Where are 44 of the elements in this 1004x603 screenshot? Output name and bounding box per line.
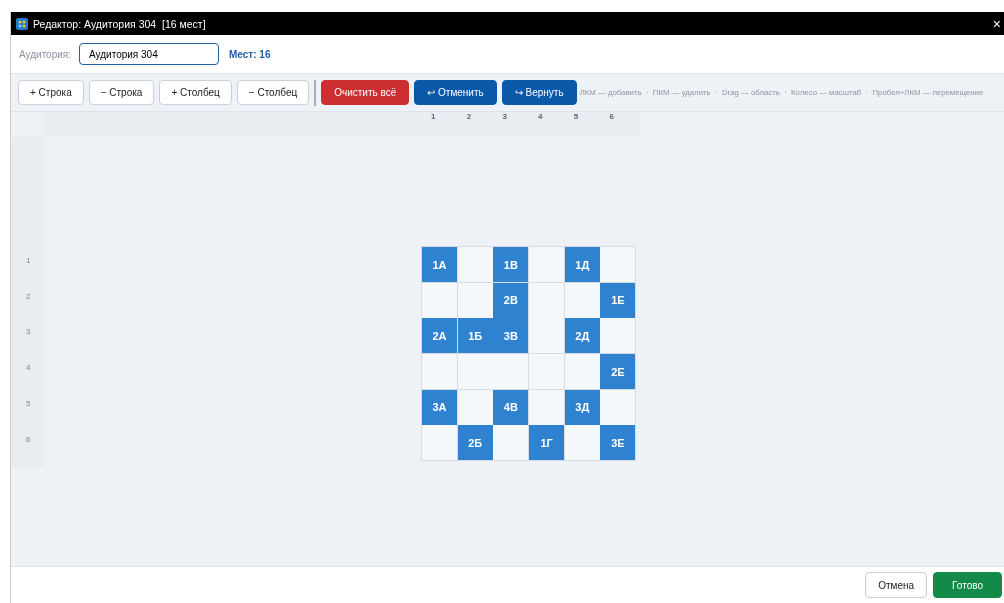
row-number: 4 bbox=[26, 363, 31, 373]
dialog-button[interactable]: Отмена bbox=[865, 572, 928, 598]
toolbar-button[interactable]: + Строка bbox=[18, 80, 84, 105]
seat[interactable]: 1Е bbox=[600, 282, 636, 318]
row-number: 5 bbox=[26, 398, 31, 408]
toolbar-button[interactable]: − Столбец bbox=[236, 80, 310, 105]
column-number: 5 bbox=[573, 112, 579, 121]
seat[interactable]: 3Е bbox=[600, 425, 636, 461]
row-number: 2 bbox=[26, 291, 31, 301]
seat[interactable]: 4В bbox=[493, 389, 529, 425]
seat-count: Мест: 16 bbox=[229, 48, 271, 60]
seat[interactable]: 2Б bbox=[457, 425, 493, 461]
field-label: Аудитория: bbox=[19, 48, 72, 60]
column-number: 6 bbox=[609, 112, 614, 121]
column-number: 4 bbox=[538, 112, 543, 121]
seat[interactable]: 1Б bbox=[457, 318, 493, 354]
seat[interactable]: 2В bbox=[493, 282, 529, 318]
seat[interactable]: 1Г bbox=[529, 425, 565, 461]
dialog-button[interactable]: Готово bbox=[933, 572, 1002, 598]
column-number: 3 bbox=[502, 112, 507, 121]
column-number: 1 bbox=[431, 112, 436, 121]
close-button[interactable]: × bbox=[992, 15, 1001, 32]
row-number: 1 bbox=[26, 256, 31, 265]
seat[interactable]: 1Д bbox=[564, 247, 600, 282]
toolbar-button[interactable]: + Столбец bbox=[159, 80, 232, 105]
seat[interactable]: 3Д bbox=[564, 389, 600, 425]
seat[interactable]: 2А bbox=[422, 318, 457, 354]
toolbar-button[interactable]: ↪ Вернуть bbox=[501, 80, 577, 105]
seat[interactable]: 2Д bbox=[564, 318, 600, 354]
window-title: Редактор: Аудитория 304 [16 мест] bbox=[33, 17, 207, 30]
seat[interactable]: 1В bbox=[493, 247, 529, 282]
toolbar-button[interactable]: ↩ Отменить bbox=[414, 80, 497, 105]
row-number: 3 bbox=[26, 327, 31, 337]
seat[interactable]: 3А bbox=[422, 389, 457, 425]
seat[interactable]: 2Е bbox=[600, 354, 636, 390]
toolbar-button[interactable]: Очистить всё bbox=[321, 80, 410, 105]
seat[interactable]: 3В bbox=[493, 318, 529, 354]
row-number: 6 bbox=[26, 434, 31, 444]
app-icon bbox=[16, 17, 28, 30]
toolbar-button[interactable]: − Строка bbox=[88, 80, 155, 105]
canvas[interactable]: 1 2 3 4 5 6 1 2 3 4 5 6 1А 1В 1Д 2В 1Е 2А 1Б 3В 2Д 2Е 3А 4В 3Д 2Б 1Г 3Е bbox=[11, 112, 1004, 566]
column-number: 2 bbox=[466, 112, 472, 121]
seat[interactable]: 1А bbox=[422, 247, 457, 282]
name-field[interactable]: Аудитория 304 bbox=[79, 43, 220, 65]
